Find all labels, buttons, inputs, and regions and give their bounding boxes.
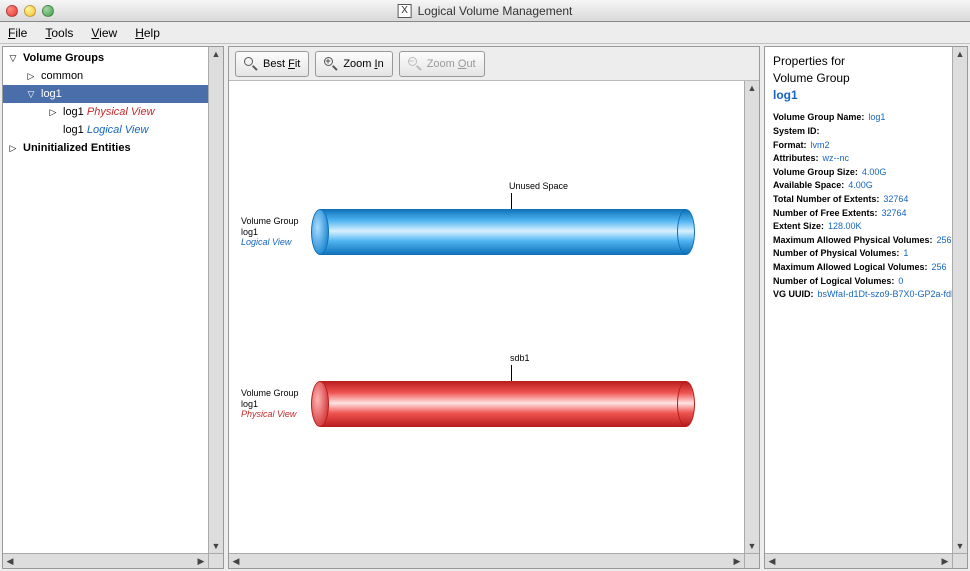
window-title-group: X Logical Volume Management [398, 4, 573, 18]
menu-tools[interactable]: Tools [45, 26, 73, 40]
props-vg-name: log1 [773, 87, 944, 104]
bestfit-button[interactable]: Best Fit [235, 51, 309, 77]
window-title: Logical Volume Management [418, 4, 573, 18]
menu-file[interactable]: File [8, 26, 27, 40]
chevron-right-icon[interactable]: ▷ [25, 71, 37, 82]
zoomin-button[interactable]: + Zoom In [315, 51, 392, 77]
zoom-icon[interactable] [42, 5, 54, 17]
close-icon[interactable] [6, 5, 18, 17]
property-row: Number of Free Extents:32764 [773, 207, 944, 220]
scrollbar-horizontal[interactable]: ◀▶ [765, 553, 952, 568]
scrollbar-horizontal[interactable]: ◀▶ [3, 553, 208, 568]
window-titlebar: X Logical Volume Management [0, 0, 970, 22]
props-header-1: Properties for [773, 53, 944, 70]
property-row: System ID: [773, 125, 944, 138]
volume-tree: ▽ Volume Groups ▷ common ▽ log1 ▷ log1 P… [3, 47, 208, 159]
chevron-right-icon[interactable]: ▷ [47, 107, 59, 118]
property-row: Number of Physical Volumes:1 [773, 247, 944, 260]
physical-cylinder[interactable] [311, 381, 695, 427]
menubar: File Tools View Help [0, 22, 970, 44]
minimize-icon[interactable] [24, 5, 36, 17]
scrollbar-horizontal[interactable]: ◀▶ [229, 553, 744, 568]
scrollbar-vertical[interactable]: ▲▼ [952, 47, 967, 553]
scroll-corner [952, 553, 967, 568]
scrollbar-vertical[interactable]: ▲▼ [208, 47, 223, 553]
diagram-panel: Best Fit + Zoom In − Zoom Out Unused Spa… [228, 46, 760, 569]
callout-sdb1: sdb1 [510, 353, 530, 363]
tree-uninitialized[interactable]: ▷ Uninitialized Entities [3, 139, 208, 157]
property-row: Maximum Allowed Logical Volumes:256 [773, 261, 944, 274]
property-row: Volume Group Name:log1 [773, 111, 944, 124]
property-row: Extent Size:128.00K [773, 220, 944, 233]
property-row: VG UUID:bsWfaI-d1Dt-szo9-B7X0-GP2a-fdRQ-… [773, 288, 944, 301]
zoom-in-icon: + [324, 57, 338, 71]
chevron-right-icon[interactable]: ▷ [7, 143, 19, 154]
tree-item-log1-physical[interactable]: ▷ log1 Physical View [3, 103, 208, 121]
property-row: Maximum Allowed Physical Volumes:256 [773, 234, 944, 247]
tree-item-log1[interactable]: ▽ log1 [3, 85, 208, 103]
tree-volume-groups[interactable]: ▽ Volume Groups [3, 49, 208, 67]
window-controls [6, 5, 54, 17]
scrollbar-vertical[interactable]: ▲▼ [744, 81, 759, 553]
scroll-corner [744, 553, 759, 568]
property-row: Volume Group Size:4.00G [773, 166, 944, 179]
x11-icon: X [398, 4, 412, 18]
property-row: Format:lvm2 [773, 139, 944, 152]
logical-cylinder[interactable] [311, 209, 695, 255]
menu-help[interactable]: Help [135, 26, 160, 40]
property-row: Number of Logical Volumes:0 [773, 275, 944, 288]
chevron-down-icon[interactable]: ▽ [25, 89, 37, 100]
diagram-canvas: Unused Space Volume Group log1 Logical V… [229, 81, 744, 553]
chevron-down-icon[interactable]: ▽ [7, 53, 19, 64]
magnifier-icon [244, 57, 258, 71]
tree-item-log1-logical[interactable]: ▷ log1 Logical View [3, 121, 208, 139]
diagram-toolbar: Best Fit + Zoom In − Zoom Out [229, 47, 759, 81]
tree-item-common[interactable]: ▷ common [3, 67, 208, 85]
zoom-out-icon: − [408, 57, 422, 71]
physical-cyl-label: Volume Group log1 Physical View [241, 388, 305, 420]
props-header-2: Volume Group [773, 70, 944, 87]
property-row: Available Space:4.00G [773, 179, 944, 192]
properties-panel: Properties for Volume Group log1 Volume … [764, 46, 968, 569]
menu-view[interactable]: View [91, 26, 117, 40]
logical-cyl-label: Volume Group log1 Logical View [241, 216, 305, 248]
tree-panel: ▽ Volume Groups ▷ common ▽ log1 ▷ log1 P… [2, 46, 224, 569]
zoomout-button[interactable]: − Zoom Out [399, 51, 485, 77]
property-row: Attributes:wz--nc [773, 152, 944, 165]
callout-unused-space: Unused Space [509, 181, 568, 191]
property-row: Total Number of Extents:32764 [773, 193, 944, 206]
scroll-corner [208, 553, 223, 568]
